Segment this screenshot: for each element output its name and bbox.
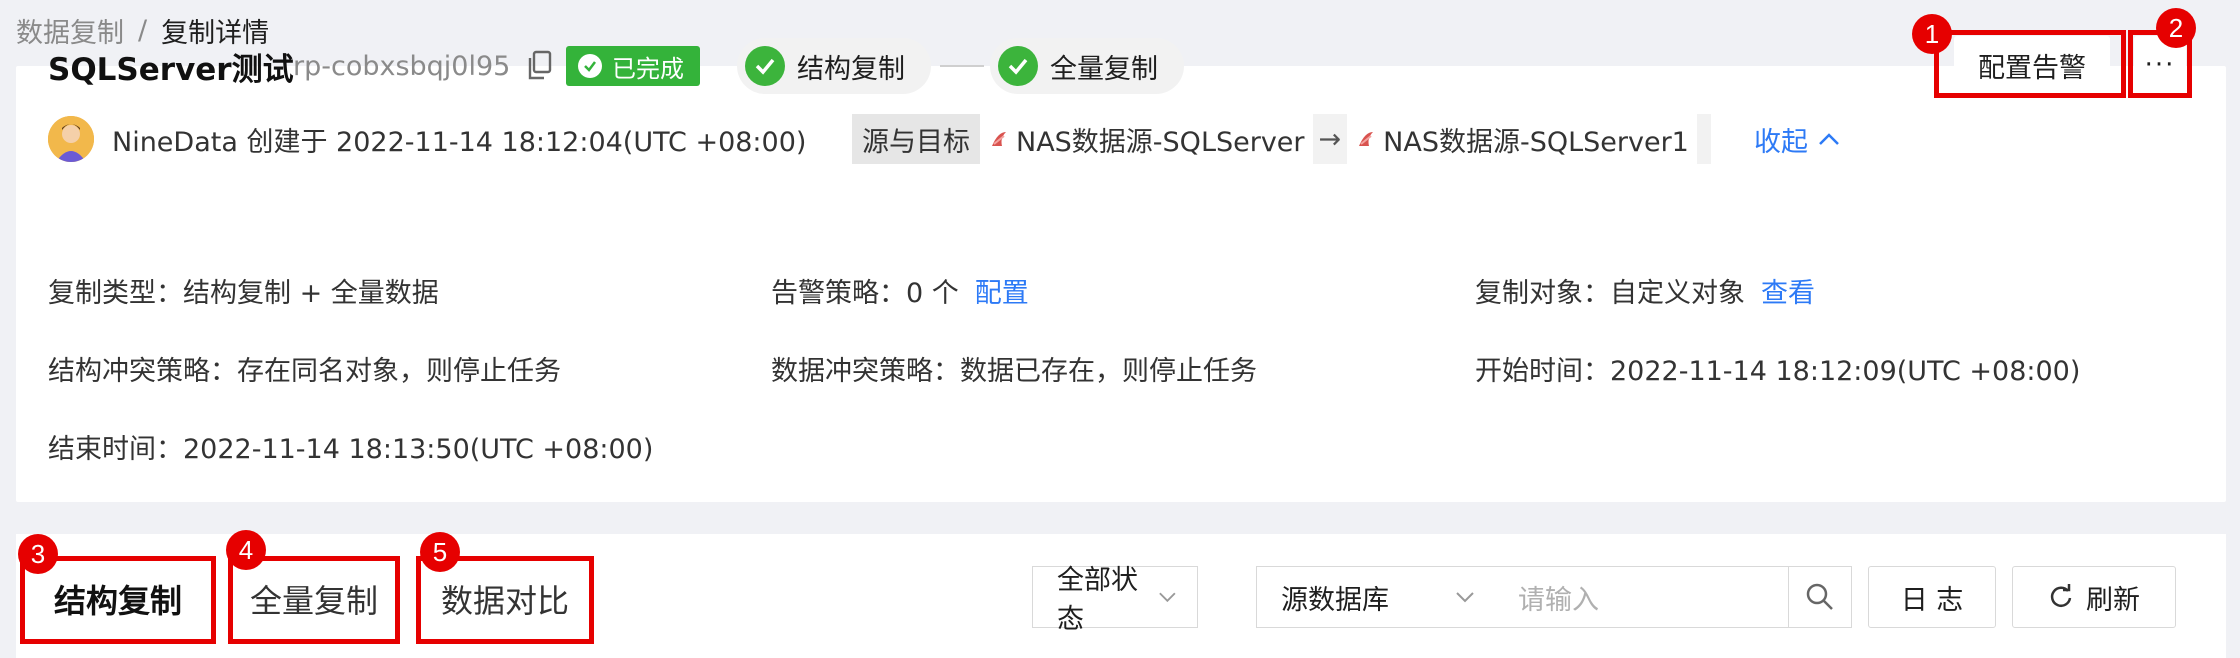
step-structure-copy: 结构复制: [737, 38, 931, 94]
chevron-down-icon: [1159, 592, 1176, 603]
annotation-marker-2: 2: [2156, 8, 2196, 48]
refresh-button[interactable]: 刷新: [2012, 566, 2176, 628]
status-select-value: 全部状态: [1057, 565, 1138, 635]
database-select-value: 源数据库: [1281, 584, 1389, 616]
copy-object-text: 复制对象：自定义对象: [1475, 277, 1745, 309]
database-select[interactable]: 源数据库: [1256, 566, 1496, 628]
status-badge: 已完成: [566, 46, 700, 86]
data-conflict-policy: 数据冲突策略：数据已存在，则停止任务: [771, 355, 1257, 387]
search-input[interactable]: 请输入: [1494, 566, 1790, 628]
alarm-policy-config-link[interactable]: 配置: [975, 271, 1029, 310]
refresh-icon: [2050, 584, 2072, 607]
source-label: NAS数据源-SQLServer: [1016, 126, 1305, 158]
copy-object-view-link[interactable]: 查看: [1761, 271, 1815, 310]
task-id: rp-cobxsbqj0l95: [293, 50, 511, 82]
status-badge-label: 已完成: [612, 54, 684, 83]
annotation-box-1: [1934, 30, 2126, 98]
end-time: 结束时间：2022-11-14 18:13:50(UTC +08:00): [48, 433, 654, 465]
annotation-marker-3: 3: [18, 534, 58, 574]
annotation-box-4: [228, 556, 400, 644]
search-button[interactable]: [1788, 566, 1852, 628]
page-title: SQLServer测试: [48, 51, 294, 88]
step-connector: [940, 65, 984, 67]
annotation-marker-4: 4: [226, 530, 266, 570]
log-button[interactable]: 日 志: [1868, 566, 1996, 628]
arrow-right-icon: →: [1318, 123, 1342, 155]
chevron-down-icon: [1456, 592, 1474, 603]
copy-object: 复制对象：自定义对象 查看: [1475, 270, 1815, 310]
check-icon: [745, 46, 785, 86]
step-full-copy: 全量复制: [990, 38, 1184, 94]
refresh-label: 刷新: [2086, 584, 2140, 616]
step-label: 全量复制: [1050, 53, 1158, 85]
copy-type: 复制类型：结构复制 + 全量数据: [48, 277, 439, 309]
copy-icon[interactable]: [524, 48, 558, 84]
check-icon: [998, 46, 1038, 86]
start-time: 开始时间：2022-11-14 18:12:09(UTC +08:00): [1475, 355, 2081, 387]
alarm-policy-text: 告警策略：0 个: [771, 277, 959, 309]
structure-conflict-policy: 结构冲突策略：存在同名对象，则停止任务: [48, 355, 561, 387]
alarm-policy: 告警策略：0 个 配置: [771, 270, 1029, 310]
source-target: 源与目标 NAS数据源-SQLServer → NAS数据源-SQLServer…: [852, 114, 1711, 164]
sqlserver-icon: [1359, 132, 1374, 146]
step-label: 结构复制: [797, 53, 905, 85]
collapse-link[interactable]: 收起: [1754, 116, 1840, 162]
avatar: [48, 116, 94, 162]
source-target-label: 源与目标: [852, 114, 980, 164]
breadcrumb-separator: /: [138, 14, 148, 46]
status-select[interactable]: 全部状态: [1032, 565, 1198, 635]
target-datasource[interactable]: NAS数据源-SQLServer1: [1347, 114, 1697, 164]
source-datasource[interactable]: NAS数据源-SQLServer: [980, 114, 1313, 164]
creator-info: NineData 创建于 2022-11-14 18:12:04(UTC +08…: [112, 126, 807, 158]
annotation-marker-5: 5: [420, 532, 460, 572]
collapse-label: 收起: [1754, 126, 1808, 158]
chevron-up-icon: [1819, 133, 1839, 145]
annotation-marker-1: 1: [1912, 14, 1952, 54]
target-label: NAS数据源-SQLServer1: [1383, 126, 1689, 158]
search-icon: [1806, 583, 1833, 610]
sqlserver-icon: [992, 132, 1006, 146]
check-circle-icon: [578, 54, 602, 78]
